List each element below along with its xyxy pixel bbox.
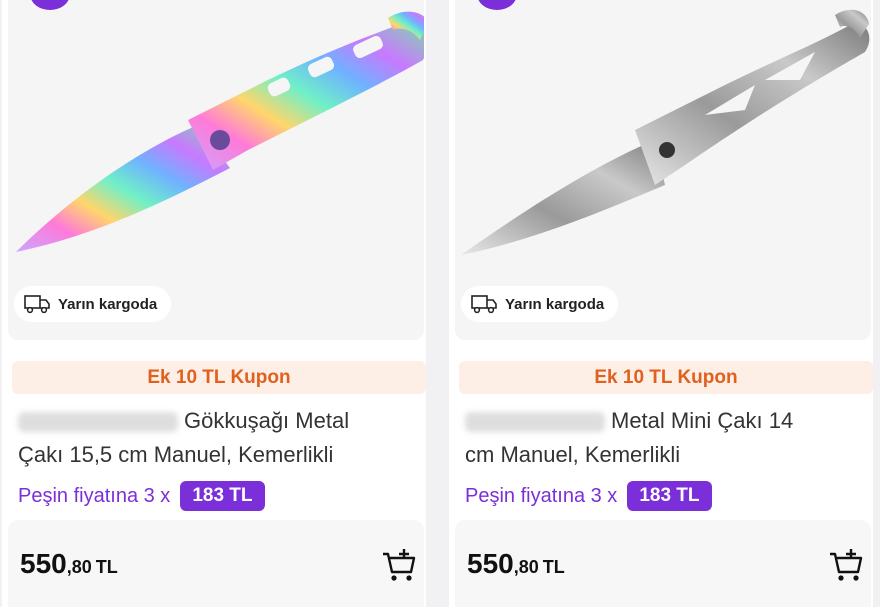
title-line2: Çakı 15,5 cm Manuel, Kemerlikli: [18, 442, 334, 467]
truck-icon: [471, 295, 497, 314]
brand-name-redacted: [465, 412, 605, 433]
product-card[interactable]: Yarın kargoda Ek 10 TL Kupon Metal Mini …: [449, 0, 873, 607]
installment-amount: 183 TL: [180, 481, 265, 511]
truck-icon: [24, 295, 50, 314]
installment-info: Peşin fiyatına 3 x 183 TL: [465, 481, 712, 511]
shipping-text: Yarın kargoda: [505, 295, 605, 313]
installment-text: Peşin fiyatına 3 x: [465, 484, 618, 507]
shipping-badge: Yarın kargoda: [461, 286, 619, 322]
price-row: 550,80 TL: [8, 520, 424, 607]
title-line1: Metal Mini Çakı 14: [611, 408, 794, 433]
product-card[interactable]: Yarın kargoda Ek 10 TL Kupon Gökkuşağı M…: [2, 0, 426, 607]
installment-amount: 183 TL: [627, 481, 712, 511]
installment-text: Peşin fiyatına 3 x: [18, 484, 171, 507]
price: 550,80 TL: [467, 548, 565, 580]
add-to-cart-icon[interactable]: [380, 546, 418, 584]
product-image[interactable]: Yarın kargoda: [455, 0, 871, 340]
product-title[interactable]: Metal Mini Çakı 14 cm Manuel, Kemerlikli: [465, 404, 865, 472]
add-to-cart-icon[interactable]: [827, 546, 865, 584]
shipping-badge: Yarın kargoda: [14, 286, 172, 322]
price-decimal: ,80: [66, 557, 92, 577]
title-line2: cm Manuel, Kemerlikli: [465, 442, 681, 467]
price-decimal: ,80: [513, 557, 539, 577]
product-image[interactable]: Yarın kargoda: [8, 0, 424, 340]
product-title[interactable]: Gökkuşağı Metal Çakı 15,5 cm Manuel, Kem…: [18, 404, 418, 472]
price-currency: TL: [542, 557, 565, 577]
coupon-banner[interactable]: Ek 10 TL Kupon: [12, 361, 426, 394]
coupon-banner[interactable]: Ek 10 TL Kupon: [459, 361, 873, 394]
installment-info: Peşin fiyatına 3 x 183 TL: [18, 481, 265, 511]
price-integer: 550: [20, 548, 67, 579]
price-row: 550,80 TL: [455, 520, 871, 607]
brand-name-redacted: [18, 412, 178, 433]
price: 550,80 TL: [20, 548, 118, 580]
price-currency: TL: [95, 557, 118, 577]
shipping-text: Yarın kargoda: [58, 295, 158, 313]
card-gap: [426, 0, 449, 607]
title-line1: Gökkuşağı Metal: [184, 408, 350, 433]
price-integer: 550: [467, 548, 514, 579]
